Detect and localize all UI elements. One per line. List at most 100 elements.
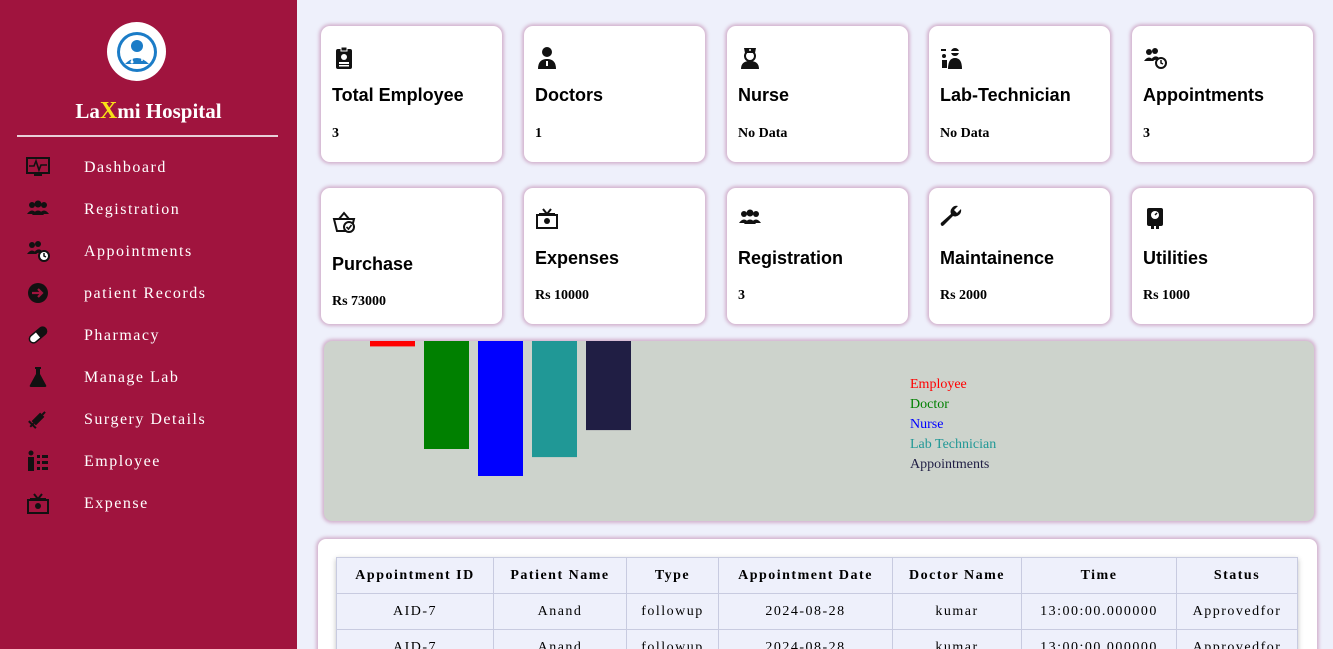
card-registration[interactable]: Registration 3 [727,188,908,324]
bar-lab-technician [532,341,577,458]
table-header-row: Appointment ID Patient Name Type Appoint… [336,557,1298,594]
sidebar-item-expense[interactable]: Expense [0,491,297,523]
cell-status: Approvedfor [1176,593,1298,630]
card-appointments[interactable]: Appointments 3 [1132,26,1313,162]
sidebar-item-label: Expense [84,495,149,512]
bar-nurse [478,341,523,476]
sidebar-item-dashboard[interactable]: Dashboard [0,155,297,187]
card-value: No Data [738,126,788,141]
brand-title: LaXmi Hospital [75,98,222,124]
sidebar-item-label: Pharmacy [84,327,160,344]
cell-patient-name: Anand [493,593,627,630]
legend-item-doctor: Doctor [910,397,949,412]
cell-type: followup [626,629,719,649]
col-status: Status [1176,557,1298,594]
cell-appointment-date: 2024-08-28 [718,593,893,630]
table-row[interactable]: AID-7 Anand followup 2024-08-28 kumar 13… [336,593,1298,630]
doctor-avatar-icon [116,31,157,72]
card-value: 3 [1143,126,1150,141]
sidebar-item-registration[interactable]: Registration [0,197,297,229]
sidebar-item-patient-records[interactable]: patient Records [0,281,297,313]
cell-time: 13:00:00.000000 [1021,629,1177,649]
card-title: Maintainence [940,248,1055,268]
lab-technician-icon [941,48,962,69]
card-title: Total Employee [332,85,464,105]
syringe-icon [28,411,46,429]
card-total-employee[interactable]: Total Employee 3 [321,26,502,162]
doctor-icon [538,47,556,69]
cell-doctor-name: kumar [892,629,1022,649]
card-purchase[interactable]: Purchase Rs 73000 [321,188,502,324]
wrench-icon [940,205,962,226]
legend-item-lab-technician: Lab Technician [910,437,997,452]
utility-meter-icon [1147,208,1163,229]
appointments-table: Appointment ID Patient Name Type Appoint… [336,557,1298,649]
sidebar-item-label: Employee [84,453,161,470]
table-row[interactable]: AID-7 Anand followup 2024-08-28 kumar 13… [336,629,1298,649]
legend-item-appointments: Appointments [910,457,990,472]
col-appointment-id: Appointment ID [336,557,494,594]
users-clock-icon [1144,48,1167,69]
card-value: Rs 1000 [1143,288,1191,303]
card-value: Rs 73000 [332,294,387,309]
staff-chart: Employee Doctor Nurse Lab Technician Appoint… [324,341,1314,521]
card-title: Appointments [1143,85,1264,105]
sidebar-item-pharmacy[interactable]: Pharmacy [0,323,297,355]
sidebar-item-label: Registration [84,201,181,218]
sidebar-item-surgery-details[interactable]: Surgery Details [0,407,297,439]
appointments-panel: Appointment ID Patient Name Type Appoint… [318,539,1317,649]
card-expenses[interactable]: Expenses Rs 10000 [524,188,705,324]
sidebar-item-label: Dashboard [84,159,167,176]
users-icon [739,209,761,224]
card-value: No Data [940,126,990,141]
bar-appointments [586,341,631,431]
cell-appointment-date: 2024-08-28 [718,629,893,649]
monitor-pulse-icon [26,157,50,176]
cell-time: 13:00:00.000000 [1021,593,1177,630]
card-title: Utilities [1143,248,1209,268]
card-maintainence[interactable]: Maintainence Rs 2000 [929,188,1110,324]
card-lab-technician[interactable]: Lab-Technician No Data [929,26,1110,162]
card-value: Rs 10000 [535,288,590,303]
col-type: Type [626,557,719,594]
sidebar-item-employee[interactable]: Employee [0,449,297,481]
sidebar-item-label: patient Records [84,285,207,302]
sidebar-item-label: Surgery Details [84,411,207,428]
sidebar-item-label: Manage Lab [84,369,180,386]
bar-employee [370,341,415,347]
cell-doctor-name: kumar [892,593,1022,630]
card-value: 3 [738,288,745,303]
card-title: Nurse [738,85,790,105]
card-value: Rs 2000 [940,288,988,303]
card-doctors[interactable]: Doctors 1 [524,26,705,162]
arrow-circle-icon [28,283,48,303]
id-badge-icon [336,46,352,69]
legend-item-nurse: Nurse [910,417,944,432]
card-nurse[interactable]: Nurse No Data [727,26,908,162]
card-utilities[interactable]: Utilities Rs 1000 [1132,188,1313,324]
cell-status: Approvedfor [1176,629,1298,649]
basket-check-icon [332,211,356,233]
col-doctor-name: Doctor Name [892,557,1022,594]
cell-appointment-id: AID-7 [336,593,494,630]
users-clock-icon [27,241,50,262]
sidebar-item-label: Appointments [84,243,193,260]
card-title: Doctors [535,85,604,105]
sidebar-item-manage-lab[interactable]: Manage Lab [0,365,297,397]
card-value: 3 [332,126,339,141]
money-gift-icon [536,208,558,229]
sidebar-item-appointments[interactable]: Appointments [0,239,297,271]
users-icon [27,200,49,215]
cell-type: followup [626,593,719,630]
col-time: Time [1021,557,1177,594]
pill-icon [28,326,48,344]
cell-appointment-id: AID-7 [336,629,494,649]
brand-divider [17,135,278,137]
col-appointment-date: Appointment Date [718,557,893,594]
hospital-logo [107,22,166,81]
legend-item-employee: Employee [910,377,967,392]
flask-icon [29,367,47,387]
bar-doctor [424,341,469,449]
card-title: Expenses [535,248,620,268]
money-gift-icon [27,493,49,514]
